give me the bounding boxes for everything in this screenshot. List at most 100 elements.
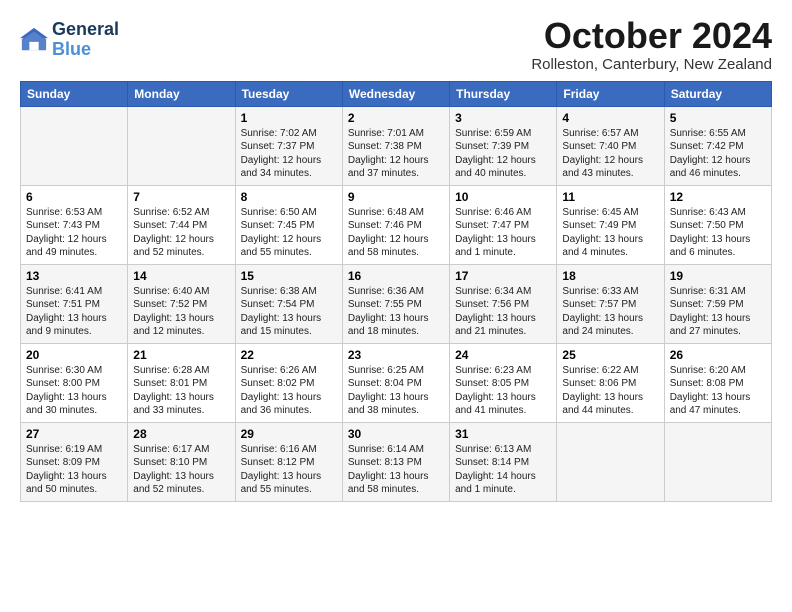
- day-info: Sunrise: 6:31 AM Sunset: 7:59 PM Dayligh…: [670, 285, 766, 339]
- day-info: Sunrise: 6:55 AM Sunset: 7:42 PM Dayligh…: [670, 127, 766, 181]
- logo-icon: [20, 26, 48, 54]
- day-number: 3: [455, 111, 551, 125]
- day-number: 17: [455, 269, 551, 283]
- day-info: Sunrise: 6:41 AM Sunset: 7:51 PM Dayligh…: [26, 285, 122, 339]
- header-row: Sunday Monday Tuesday Wednesday Thursday…: [21, 81, 772, 106]
- col-tuesday: Tuesday: [235, 81, 342, 106]
- col-saturday: Saturday: [664, 81, 771, 106]
- day-info: Sunrise: 6:17 AM Sunset: 8:10 PM Dayligh…: [133, 443, 229, 497]
- day-info: Sunrise: 6:20 AM Sunset: 8:08 PM Dayligh…: [670, 364, 766, 418]
- calendar-cell: 31 Sunrise: 6:13 AM Sunset: 8:14 PM Dayli…: [450, 422, 557, 501]
- day-number: 6: [26, 190, 122, 204]
- calendar-cell: [128, 106, 235, 185]
- calendar-cell: 23Sunrise: 6:25 AM Sunset: 8:04 PM Dayli…: [342, 343, 449, 422]
- calendar-week-4: 20 Sunrise: 6:30 AM Sunset: 8:00 PM Dayli…: [21, 343, 772, 422]
- calendar-table: Sunday Monday Tuesday Wednesday Thursday…: [20, 81, 772, 502]
- day-number: 7: [133, 190, 229, 204]
- calendar-cell: 16 Sunrise: 6:36 AM Sunset: 7:55 PM Dayli…: [342, 264, 449, 343]
- day-number: 20: [26, 348, 122, 362]
- day-number: 31: [455, 427, 551, 441]
- day-number: 21: [133, 348, 229, 362]
- calendar-week-5: 27 Sunrise: 6:19 AM Sunset: 8:09 PM Dayli…: [21, 422, 772, 501]
- day-info: Sunrise: 6:16 AM Sunset: 8:12 PM Dayligh…: [241, 443, 337, 497]
- day-number: 26: [670, 348, 766, 362]
- calendar-cell: [21, 106, 128, 185]
- day-number: 13: [26, 269, 122, 283]
- calendar-cell: [557, 422, 664, 501]
- day-info: Sunrise: 6:13 AM Sunset: 8:14 PM Dayligh…: [455, 443, 551, 497]
- calendar-cell: 14Sunrise: 6:40 AM Sunset: 7:52 PM Dayli…: [128, 264, 235, 343]
- day-number: 1: [241, 111, 337, 125]
- calendar-week-3: 13 Sunrise: 6:41 AM Sunset: 7:51 PM Dayli…: [21, 264, 772, 343]
- col-monday: Monday: [128, 81, 235, 106]
- calendar-cell: 28 Sunrise: 6:17 AM Sunset: 8:10 PM Dayli…: [128, 422, 235, 501]
- calendar-cell: 1 Sunrise: 7:02 AM Sunset: 7:37 PM Daylig…: [235, 106, 342, 185]
- day-info: Sunrise: 6:36 AM Sunset: 7:55 PM Dayligh…: [348, 285, 444, 339]
- day-number: 24: [455, 348, 551, 362]
- day-info: Sunrise: 6:19 AM Sunset: 8:09 PM Dayligh…: [26, 443, 122, 497]
- day-info: Sunrise: 7:01 AM Sunset: 7:38 PM Dayligh…: [348, 127, 444, 181]
- day-info: Sunrise: 6:40 AM Sunset: 7:52 PM Dayligh…: [133, 285, 229, 339]
- day-number: 4: [562, 111, 658, 125]
- day-info: Sunrise: 6:53 AM Sunset: 7:43 PM Dayligh…: [26, 206, 122, 260]
- day-number: 30: [348, 427, 444, 441]
- col-sunday: Sunday: [21, 81, 128, 106]
- calendar-cell: 4 Sunrise: 6:57 AM Sunset: 7:40 PM Daylig…: [557, 106, 664, 185]
- day-number: 22: [241, 348, 337, 362]
- day-number: 29: [241, 427, 337, 441]
- day-number: 11: [562, 190, 658, 204]
- calendar-cell: 10Sunrise: 6:46 AM Sunset: 7:47 PM Dayli…: [450, 185, 557, 264]
- day-number: 28: [133, 427, 229, 441]
- day-info: Sunrise: 6:23 AM Sunset: 8:05 PM Dayligh…: [455, 364, 551, 418]
- title-block: October 2024 Rolleston, Canterbury, New …: [531, 16, 772, 73]
- calendar-cell: 2Sunrise: 7:01 AM Sunset: 7:38 PM Daylig…: [342, 106, 449, 185]
- day-info: Sunrise: 6:43 AM Sunset: 7:50 PM Dayligh…: [670, 206, 766, 260]
- logo: General Blue: [20, 20, 119, 60]
- day-info: Sunrise: 6:30 AM Sunset: 8:00 PM Dayligh…: [26, 364, 122, 418]
- day-info: Sunrise: 7:02 AM Sunset: 7:37 PM Dayligh…: [241, 127, 337, 181]
- day-number: 5: [670, 111, 766, 125]
- day-number: 25: [562, 348, 658, 362]
- calendar-cell: 18 Sunrise: 6:33 AM Sunset: 7:57 PM Dayli…: [557, 264, 664, 343]
- page-header: General Blue October 2024 Rolleston, Can…: [20, 16, 772, 73]
- calendar-cell: 25Sunrise: 6:22 AM Sunset: 8:06 PM Dayli…: [557, 343, 664, 422]
- calendar-cell: [664, 422, 771, 501]
- day-number: 12: [670, 190, 766, 204]
- day-info: Sunrise: 6:50 AM Sunset: 7:45 PM Dayligh…: [241, 206, 337, 260]
- calendar-cell: 24 Sunrise: 6:23 AM Sunset: 8:05 PM Dayli…: [450, 343, 557, 422]
- day-info: Sunrise: 6:59 AM Sunset: 7:39 PM Dayligh…: [455, 127, 551, 181]
- month-title: October 2024: [531, 16, 772, 56]
- day-number: 16: [348, 269, 444, 283]
- calendar-cell: 5 Sunrise: 6:55 AM Sunset: 7:42 PM Daylig…: [664, 106, 771, 185]
- day-info: Sunrise: 6:57 AM Sunset: 7:40 PM Dayligh…: [562, 127, 658, 181]
- day-info: Sunrise: 6:28 AM Sunset: 8:01 PM Dayligh…: [133, 364, 229, 418]
- calendar-cell: 27 Sunrise: 6:19 AM Sunset: 8:09 PM Dayli…: [21, 422, 128, 501]
- day-info: Sunrise: 6:14 AM Sunset: 8:13 PM Dayligh…: [348, 443, 444, 497]
- calendar-cell: 17Sunrise: 6:34 AM Sunset: 7:56 PM Dayli…: [450, 264, 557, 343]
- day-number: 27: [26, 427, 122, 441]
- calendar-cell: 8Sunrise: 6:50 AM Sunset: 7:45 PM Daylig…: [235, 185, 342, 264]
- calendar-cell: 3 Sunrise: 6:59 AM Sunset: 7:39 PM Daylig…: [450, 106, 557, 185]
- col-wednesday: Wednesday: [342, 81, 449, 106]
- calendar-cell: 29 Sunrise: 6:16 AM Sunset: 8:12 PM Dayli…: [235, 422, 342, 501]
- logo-line2: Blue: [52, 40, 119, 60]
- day-number: 10: [455, 190, 551, 204]
- day-info: Sunrise: 6:45 AM Sunset: 7:49 PM Dayligh…: [562, 206, 658, 260]
- calendar-cell: 13 Sunrise: 6:41 AM Sunset: 7:51 PM Dayli…: [21, 264, 128, 343]
- day-number: 9: [348, 190, 444, 204]
- logo-line1: General: [52, 20, 119, 40]
- calendar-cell: 12 Sunrise: 6:43 AM Sunset: 7:50 PM Dayli…: [664, 185, 771, 264]
- calendar-cell: 11 Sunrise: 6:45 AM Sunset: 7:49 PM Dayli…: [557, 185, 664, 264]
- calendar-cell: 7Sunrise: 6:52 AM Sunset: 7:44 PM Daylig…: [128, 185, 235, 264]
- day-info: Sunrise: 6:25 AM Sunset: 8:04 PM Dayligh…: [348, 364, 444, 418]
- calendar-week-2: 6 Sunrise: 6:53 AM Sunset: 7:43 PM Daylig…: [21, 185, 772, 264]
- calendar-cell: 30 Sunrise: 6:14 AM Sunset: 8:13 PM Dayli…: [342, 422, 449, 501]
- day-info: Sunrise: 6:33 AM Sunset: 7:57 PM Dayligh…: [562, 285, 658, 339]
- day-number: 18: [562, 269, 658, 283]
- calendar-cell: 20 Sunrise: 6:30 AM Sunset: 8:00 PM Dayli…: [21, 343, 128, 422]
- col-friday: Friday: [557, 81, 664, 106]
- calendar-cell: 19Sunrise: 6:31 AM Sunset: 7:59 PM Dayli…: [664, 264, 771, 343]
- location-subtitle: Rolleston, Canterbury, New Zealand: [531, 56, 772, 73]
- calendar-cell: 21 Sunrise: 6:28 AM Sunset: 8:01 PM Dayli…: [128, 343, 235, 422]
- calendar-cell: 15Sunrise: 6:38 AM Sunset: 7:54 PM Dayli…: [235, 264, 342, 343]
